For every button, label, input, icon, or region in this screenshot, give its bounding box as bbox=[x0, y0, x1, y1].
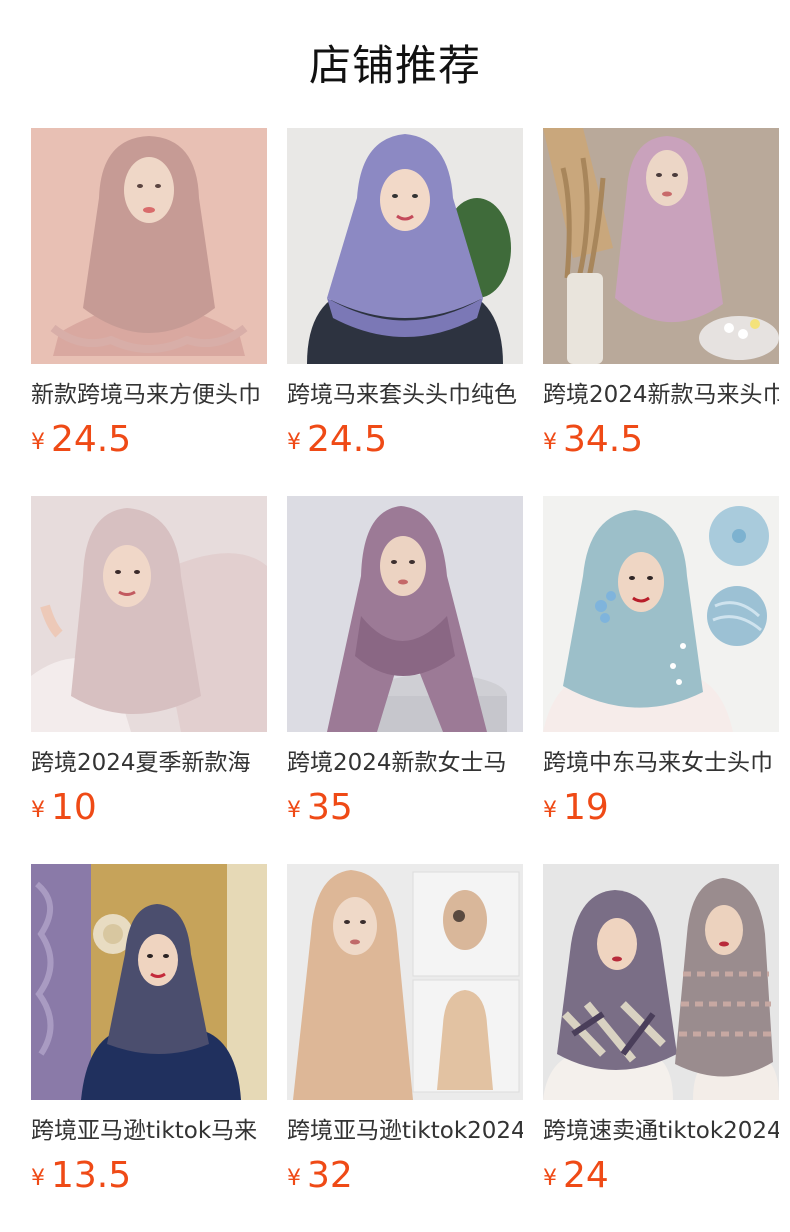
currency-symbol: ¥ bbox=[31, 798, 45, 823]
price-value: 13.5 bbox=[51, 1155, 132, 1196]
hijab-image-icon bbox=[543, 864, 779, 1100]
product-image[interactable] bbox=[287, 864, 523, 1100]
currency-symbol: ¥ bbox=[543, 1166, 557, 1191]
product-price: ¥35 bbox=[287, 786, 523, 830]
price-value: 32 bbox=[307, 1155, 353, 1196]
price-value: 10 bbox=[51, 787, 97, 828]
price-value: 24 bbox=[563, 1155, 609, 1196]
product-name[interactable]: 跨境2024新款马来头巾 bbox=[543, 378, 779, 412]
currency-symbol: ¥ bbox=[31, 430, 45, 455]
product-card[interactable]: 跨境亚马逊tiktok2024 ¥32 bbox=[287, 864, 523, 1198]
product-name[interactable]: 跨境2024新款女士马 bbox=[287, 746, 523, 780]
hijab-image-icon bbox=[287, 128, 523, 364]
product-price: ¥24.5 bbox=[31, 418, 267, 462]
product-image[interactable] bbox=[543, 128, 779, 364]
currency-symbol: ¥ bbox=[287, 1166, 301, 1191]
price-value: 24.5 bbox=[51, 419, 132, 460]
product-image[interactable] bbox=[287, 496, 523, 732]
product-image[interactable] bbox=[31, 864, 267, 1100]
price-value: 35 bbox=[307, 787, 353, 828]
product-name[interactable]: 跨境中东马来女士头巾 bbox=[543, 746, 779, 780]
hijab-image-icon bbox=[31, 864, 267, 1100]
price-value: 24.5 bbox=[307, 419, 388, 460]
product-price: ¥32 bbox=[287, 1154, 523, 1198]
product-image[interactable] bbox=[287, 128, 523, 364]
product-image[interactable] bbox=[543, 496, 779, 732]
currency-symbol: ¥ bbox=[287, 430, 301, 455]
product-image[interactable] bbox=[31, 496, 267, 732]
product-card[interactable]: 跨境亚马逊tiktok马来 ¥13.5 bbox=[31, 864, 267, 1198]
product-name[interactable]: 跨境速卖通tiktok2024 bbox=[543, 1114, 779, 1148]
currency-symbol: ¥ bbox=[543, 430, 557, 455]
price-value: 34.5 bbox=[563, 419, 644, 460]
hijab-image-icon bbox=[543, 496, 779, 732]
product-name[interactable]: 新款跨境马来方便头巾 bbox=[31, 378, 267, 412]
product-card[interactable]: 跨境中东马来女士头巾 ¥19 bbox=[543, 496, 779, 830]
product-card[interactable]: 跨境2024夏季新款海 ¥10 bbox=[31, 496, 267, 830]
hijab-image-icon bbox=[31, 496, 267, 732]
product-price: ¥24.5 bbox=[287, 418, 523, 462]
hijab-image-icon bbox=[543, 128, 779, 364]
product-name[interactable]: 跨境马来套头头巾纯色 bbox=[287, 378, 523, 412]
currency-symbol: ¥ bbox=[31, 1166, 45, 1191]
currency-symbol: ¥ bbox=[287, 798, 301, 823]
product-name[interactable]: 跨境亚马逊tiktok2024 bbox=[287, 1114, 523, 1148]
product-price: ¥13.5 bbox=[31, 1154, 267, 1198]
product-price: ¥24 bbox=[543, 1154, 779, 1198]
product-name[interactable]: 跨境2024夏季新款海 bbox=[31, 746, 267, 780]
hijab-image-icon bbox=[287, 864, 523, 1100]
product-price: ¥19 bbox=[543, 786, 779, 830]
product-name[interactable]: 跨境亚马逊tiktok马来 bbox=[31, 1114, 267, 1148]
price-value: 19 bbox=[563, 787, 609, 828]
currency-symbol: ¥ bbox=[543, 798, 557, 823]
product-price: ¥34.5 bbox=[543, 418, 779, 462]
product-image[interactable] bbox=[543, 864, 779, 1100]
product-card[interactable]: 新款跨境马来方便头巾 ¥24.5 bbox=[31, 128, 267, 462]
product-image[interactable] bbox=[31, 128, 267, 364]
product-card[interactable]: 跨境速卖通tiktok2024 ¥24 bbox=[543, 864, 779, 1198]
section-title: 店铺推荐 bbox=[308, 41, 481, 90]
hijab-image-icon bbox=[31, 128, 267, 364]
product-card[interactable]: 跨境2024新款女士马 ¥35 bbox=[287, 496, 523, 830]
product-card[interactable]: 跨境马来套头头巾纯色 ¥24.5 bbox=[287, 128, 523, 462]
hijab-image-icon bbox=[287, 496, 523, 732]
product-card[interactable]: 跨境2024新款马来头巾 ¥34.5 bbox=[543, 128, 779, 462]
product-price: ¥10 bbox=[31, 786, 267, 830]
